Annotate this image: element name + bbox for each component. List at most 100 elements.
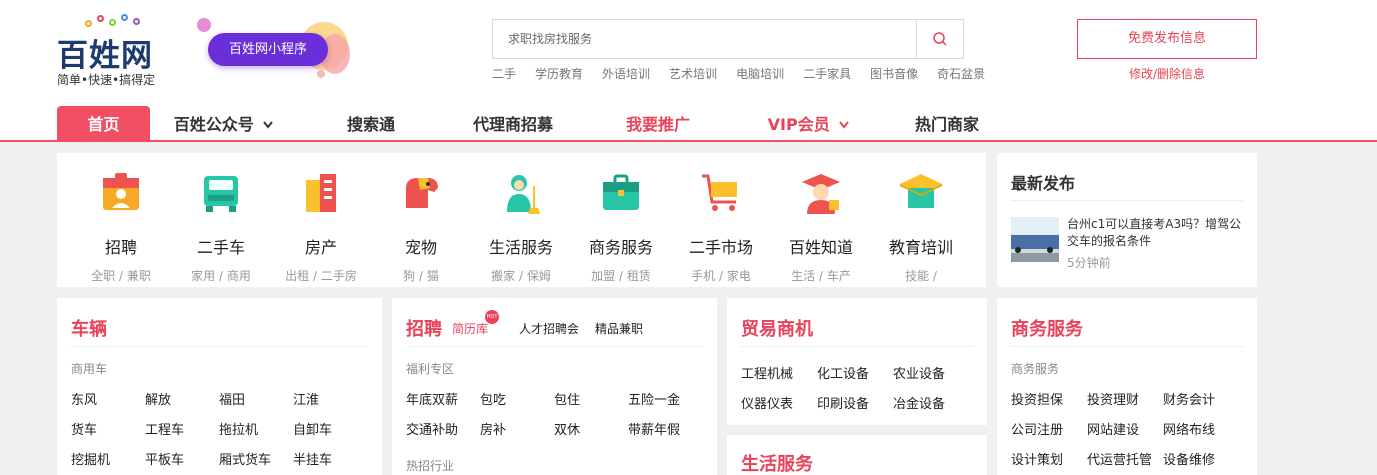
business-link[interactable]: 公司注册: [1011, 419, 1063, 438]
welfare-link[interactable]: 五险一金: [628, 389, 680, 408]
divider: [1011, 200, 1243, 201]
part-time-link[interactable]: 精品兼职: [595, 320, 643, 337]
nav-vip[interactable]: VIP会员: [734, 106, 884, 141]
search-button[interactable]: [916, 20, 963, 58]
publish-button[interactable]: 免费发布信息: [1077, 19, 1257, 59]
welfare-link[interactable]: 包住: [554, 389, 580, 408]
nav-wechat[interactable]: 百姓公众号: [150, 106, 298, 141]
hot-words: 二手 学历教育 外语培训 艺术培训 电脑培训 二手家具 图书音像 奇石盆景: [492, 65, 1004, 82]
hot-word[interactable]: 奇石盆景: [937, 65, 985, 82]
edit-delete-link[interactable]: 修改/删除信息: [1077, 65, 1257, 82]
grad-cap-icon: [900, 174, 942, 208]
hot-word[interactable]: 图书音像: [870, 65, 918, 82]
vehicles-title[interactable]: 车辆: [71, 315, 107, 341]
trade-link[interactable]: 农业设备: [893, 363, 945, 382]
business-link[interactable]: 投资担保: [1011, 389, 1063, 408]
vehicle-link[interactable]: 江淮: [293, 389, 319, 408]
welfare-link[interactable]: 交通补助: [406, 419, 458, 438]
category-life-service[interactable]: 生活服务 搬家 / 保姆: [476, 170, 566, 284]
category-used-car[interactable]: 二手车 家用 / 商用: [176, 170, 266, 284]
vehicle-link[interactable]: 工程车: [145, 419, 184, 438]
vehicle-link[interactable]: 挖掘机: [71, 449, 110, 468]
category-education[interactable]: 教育培训 技能 /: [876, 170, 966, 284]
hot-word[interactable]: 学历教育: [535, 65, 583, 82]
trade-title[interactable]: 贸易商机: [741, 315, 813, 341]
trade-link[interactable]: 工程机械: [741, 363, 793, 382]
nav-hot-merchants[interactable]: 热门商家: [884, 106, 1010, 141]
category-house[interactable]: 房产 出租 / 二手房: [276, 170, 366, 284]
recruit-title[interactable]: 招聘: [406, 315, 442, 341]
latest-panel: 最新发布 台州c1可以直接考A3吗？增驾公交车的报名条件 5分钟前: [997, 153, 1257, 287]
nav-divider: [0, 140, 1377, 142]
hot-word[interactable]: 二手家具: [803, 65, 851, 82]
logo[interactable]: 百姓网: [57, 30, 153, 75]
vehicle-link[interactable]: 拖拉机: [219, 419, 258, 438]
business-link[interactable]: 网络布线: [1163, 419, 1215, 438]
welfare-link[interactable]: 双休: [554, 419, 580, 438]
business-link[interactable]: 设备维修: [1163, 449, 1215, 468]
vehicle-link[interactable]: 东风: [71, 389, 97, 408]
latest-item-text[interactable]: 台州c1可以直接考A3吗？增驾公交车的报名条件: [1067, 216, 1243, 250]
nav-promote[interactable]: 我要推广: [582, 106, 734, 141]
category-name: 教育培训: [888, 238, 953, 257]
hot-word[interactable]: 外语培训: [602, 65, 650, 82]
search-input[interactable]: [493, 20, 917, 58]
nav-home[interactable]: 首页: [57, 106, 150, 141]
vehicle-link[interactable]: 平板车: [145, 449, 184, 468]
briefcase-icon: [603, 174, 639, 210]
hot-word[interactable]: 电脑培训: [736, 65, 784, 82]
latest-thumbnail[interactable]: [1011, 217, 1059, 262]
divider: [741, 346, 973, 347]
category-recruit[interactable]: 招聘 全职 / 兼职: [76, 170, 166, 284]
category-sub: 加盟 / 租赁: [591, 269, 651, 283]
hot-word[interactable]: 艺术培训: [669, 65, 717, 82]
welfare-link[interactable]: 带薪年假: [628, 419, 680, 438]
vehicle-link[interactable]: 货车: [71, 419, 97, 438]
search-icon: [933, 32, 947, 46]
trade-link[interactable]: 印刷设备: [817, 393, 869, 412]
mini-program-button[interactable]: 百姓网小程序: [208, 33, 328, 66]
category-sub: 全职 / 兼职: [91, 269, 151, 283]
group-label: 福利专区: [406, 362, 455, 376]
car-icon: [204, 176, 238, 212]
category-name: 生活服务: [488, 238, 553, 257]
cleaner-icon: [507, 175, 540, 214]
business-link[interactable]: 设计策划: [1011, 449, 1063, 468]
hot-word[interactable]: 二手: [492, 65, 516, 82]
business-title[interactable]: 商务服务: [1011, 315, 1083, 341]
trade-link[interactable]: 冶金设备: [893, 393, 945, 412]
vehicle-link[interactable]: 半挂车: [293, 449, 332, 468]
category-pet[interactable]: 宠物 狗 / 猫: [376, 170, 466, 284]
vehicle-link[interactable]: 自卸车: [293, 419, 332, 438]
chevron-down-icon: [263, 121, 274, 129]
life-service-title[interactable]: 生活服务: [741, 450, 813, 475]
business-link[interactable]: 代运营托管: [1087, 449, 1152, 468]
trade-panel: 贸易商机 工程机械 化工设备 农业设备 仪器仪表 印刷设备 冶金设备: [727, 298, 987, 425]
vehicle-link[interactable]: 解放: [145, 389, 171, 408]
category-sub: 家用 / 商用: [191, 269, 251, 283]
business-link[interactable]: 财务会计: [1163, 389, 1215, 408]
nav-agent[interactable]: 代理商招募: [444, 106, 582, 141]
welfare-link[interactable]: 包吃: [480, 389, 506, 408]
business-link[interactable]: 网站建设: [1087, 419, 1139, 438]
search-box: [492, 19, 964, 59]
category-sub: 手机 / 家电: [691, 269, 751, 283]
hot-badge: HOT: [485, 310, 499, 324]
category-baixing-know[interactable]: 百姓知道 生活 / 车产: [776, 170, 866, 284]
talent-fair-link[interactable]: 人才招聘会: [519, 320, 579, 337]
business-link[interactable]: 投资理财: [1087, 389, 1139, 408]
vehicle-link[interactable]: 福田: [219, 389, 245, 408]
building-icon: [306, 174, 336, 212]
nav-search-pass[interactable]: 搜索通: [298, 106, 444, 141]
category-name: 招聘: [104, 238, 137, 257]
vehicle-link[interactable]: 厢式货车: [219, 449, 271, 468]
latest-title: 最新发布: [1011, 174, 1076, 193]
category-name: 商务服务: [588, 238, 653, 257]
trade-link[interactable]: 化工设备: [817, 363, 869, 382]
resume-link[interactable]: 简历库: [452, 320, 488, 337]
welfare-link[interactable]: 年底双薪: [406, 389, 458, 408]
category-business-service[interactable]: 商务服务 加盟 / 租赁: [576, 170, 666, 284]
trade-link[interactable]: 仪器仪表: [741, 393, 793, 412]
welfare-link[interactable]: 房补: [480, 419, 506, 438]
category-second-hand[interactable]: 二手市场 手机 / 家电: [676, 170, 766, 284]
